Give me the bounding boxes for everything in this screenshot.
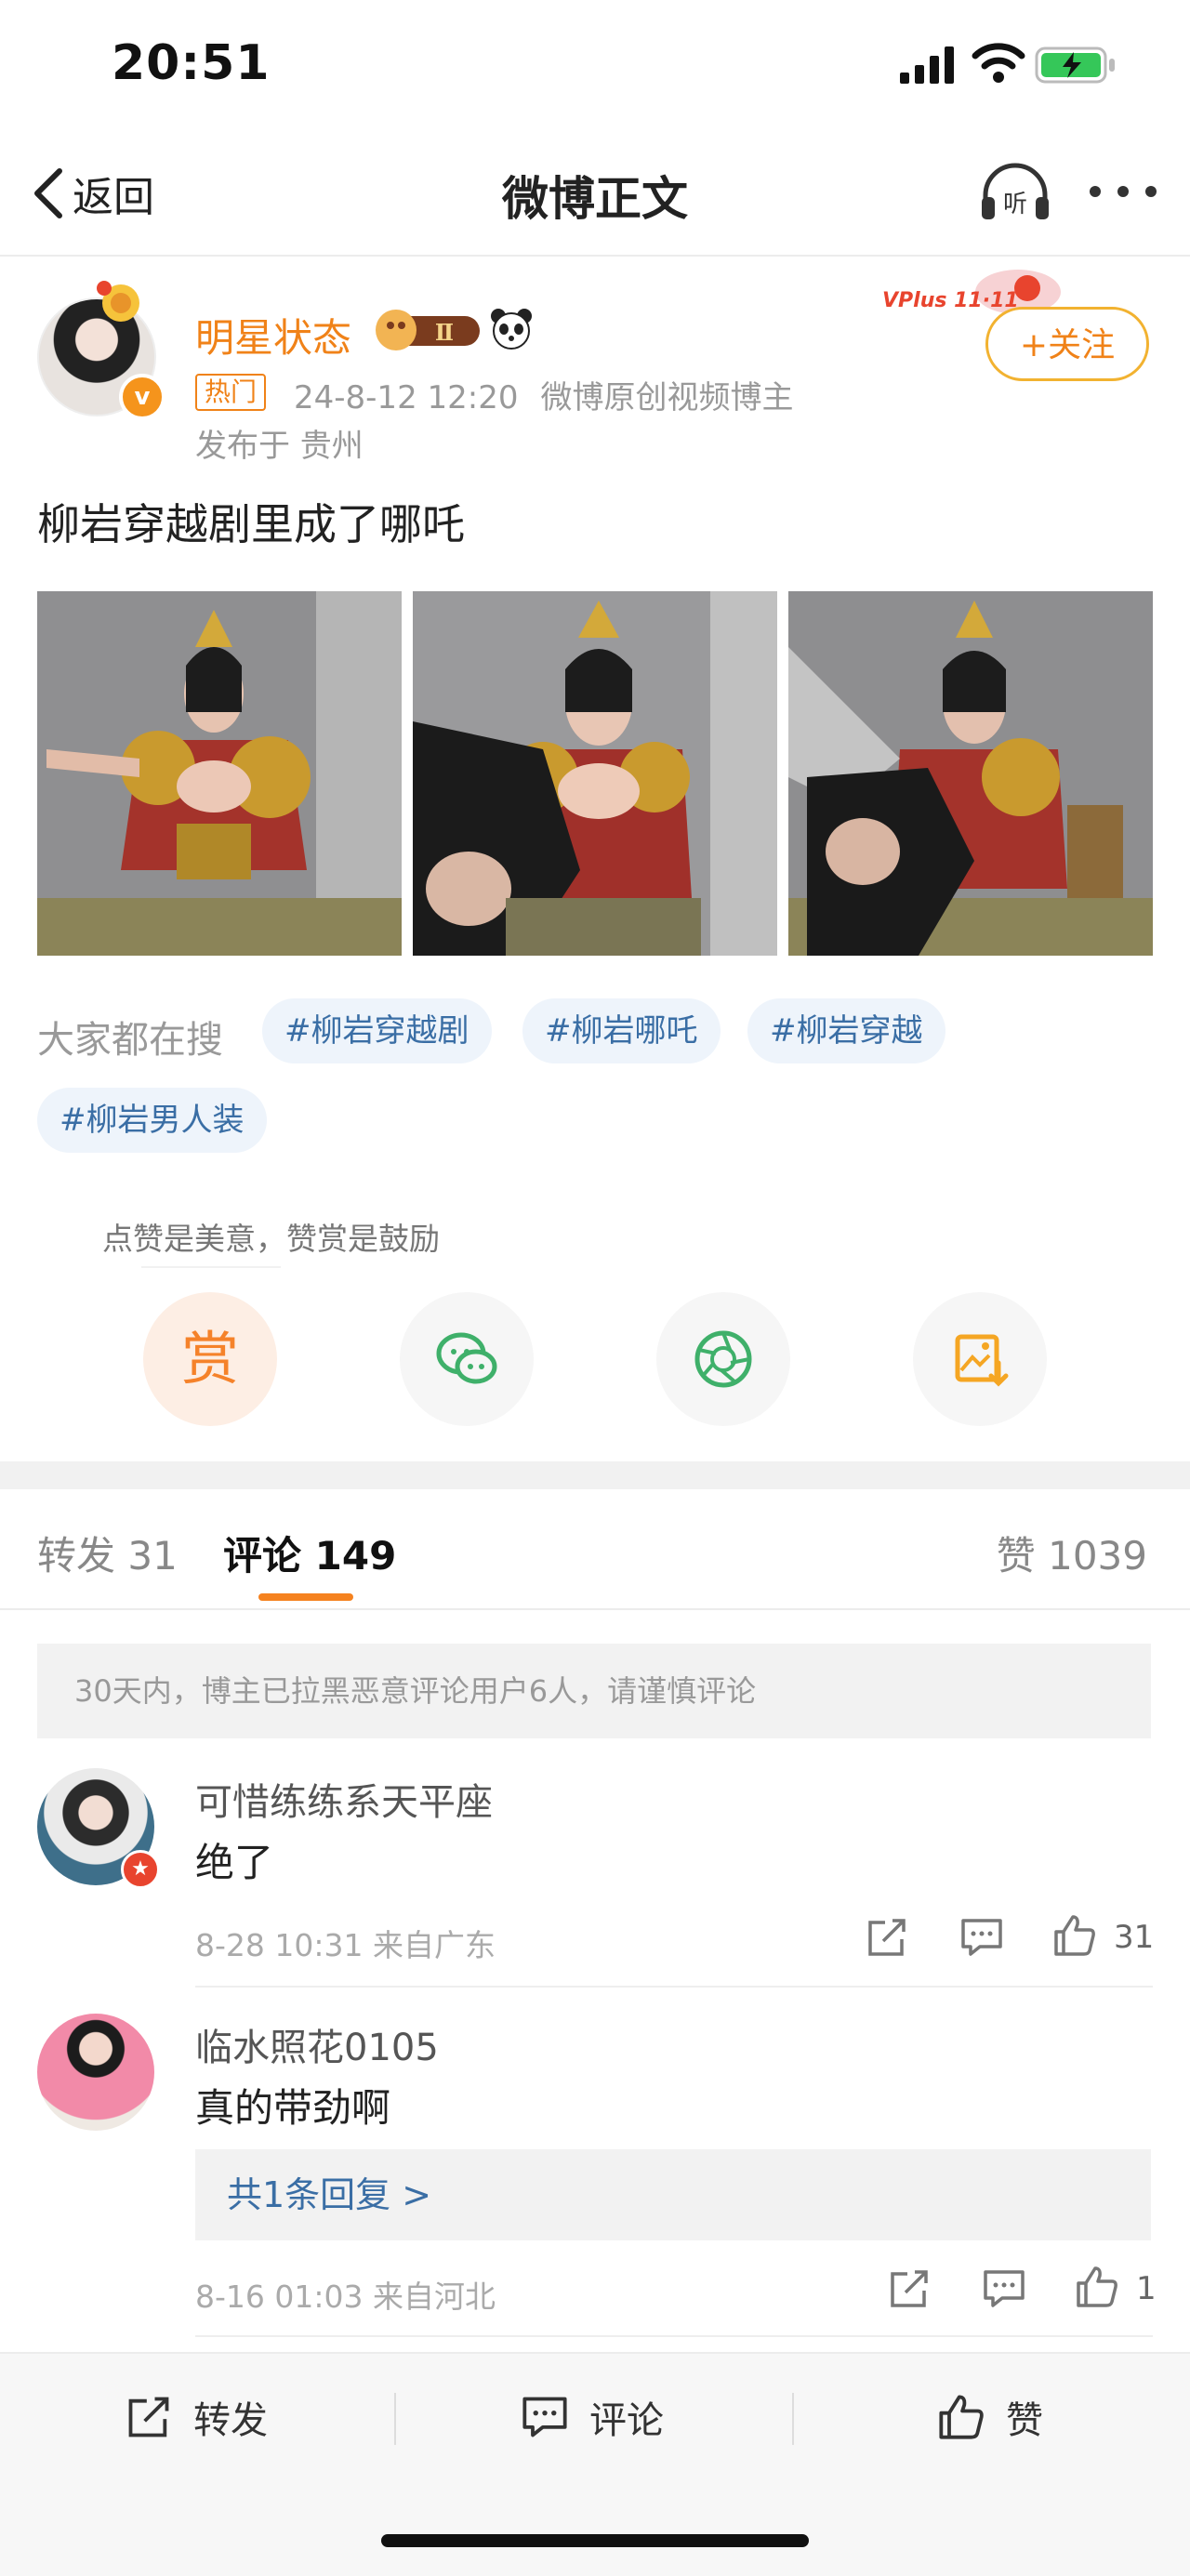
bottom-repost-label: 转发 bbox=[193, 2399, 268, 2442]
like-icon bbox=[939, 2395, 984, 2439]
post-image-1-art bbox=[37, 591, 402, 956]
like-count: 31 bbox=[1114, 1919, 1155, 1956]
comment-text: 绝了 bbox=[195, 1840, 274, 1885]
tab-comment[interactable]: 评论 149 bbox=[223, 1525, 396, 1581]
share-wechat-button[interactable] bbox=[400, 1292, 534, 1426]
wechat-icon bbox=[436, 1332, 497, 1384]
tip-divider bbox=[141, 1266, 281, 1268]
topic-chip[interactable]: #柳岩男人装 bbox=[37, 1088, 267, 1153]
tabs-divider bbox=[0, 1608, 1190, 1610]
save-image-icon bbox=[955, 1334, 1009, 1387]
battery-charging-icon bbox=[1035, 46, 1115, 84]
bottom-like-button[interactable]: 赞 bbox=[937, 2387, 1043, 2447]
reward-tip: 点赞是美意，赞赏是鼓励 bbox=[102, 1221, 440, 1257]
bottom-like-label: 赞 bbox=[1006, 2399, 1043, 2442]
verified-badge: v bbox=[119, 374, 165, 420]
commenter-name[interactable]: 可惜练练系天平座 bbox=[195, 1772, 493, 1826]
like-count: 1 bbox=[1136, 2270, 1157, 2307]
bar-divider bbox=[394, 2393, 396, 2445]
view-replies-link[interactable]: 共1条回复 > bbox=[195, 2149, 1151, 2240]
post-image-3[interactable] bbox=[788, 591, 1153, 956]
vplus-label: VPlus 11·11 bbox=[882, 289, 1019, 312]
follow-button[interactable]: +关注 bbox=[985, 307, 1149, 381]
comment-meta: 8-28 10:31 来自广东 bbox=[195, 1927, 496, 1963]
repost-icon[interactable] bbox=[887, 2266, 932, 2311]
commenter-avatar[interactable] bbox=[37, 2014, 154, 2131]
wifi-icon bbox=[972, 43, 1025, 83]
bottom-comment-button[interactable]: 评论 bbox=[521, 2387, 664, 2447]
comment-icon[interactable] bbox=[959, 1915, 1004, 1960]
post-time: 24-8-12 12:20 bbox=[294, 379, 519, 416]
headphones-listen-icon[interactable]: 听 bbox=[978, 160, 1052, 225]
section-divider bbox=[0, 1461, 1190, 1489]
like-icon[interactable] bbox=[1075, 2265, 1119, 2309]
comment-divider bbox=[195, 2335, 1153, 2337]
like-icon[interactable] bbox=[1052, 1913, 1097, 1958]
comment-divider bbox=[195, 1986, 1153, 1988]
post-image-3-art bbox=[788, 591, 1153, 956]
post-text: 柳岩穿越剧里成了哪吒 bbox=[37, 499, 465, 549]
bar-divider bbox=[792, 2393, 794, 2445]
share-moments-button[interactable] bbox=[656, 1292, 790, 1426]
signal-icon bbox=[900, 46, 954, 84]
bottom-repost-button[interactable]: 转发 bbox=[125, 2387, 268, 2447]
status-time: 20:51 bbox=[112, 35, 271, 91]
comment-notice: 30天内，博主已拉黑恶意评论用户6人，请谨慎评论 bbox=[37, 1644, 1151, 1738]
hot-tag: 热门 bbox=[195, 374, 267, 411]
commenter-name[interactable]: 临水照花0105 bbox=[195, 2017, 439, 2071]
topic-chip[interactable]: #柳岩穿越 bbox=[747, 998, 945, 1063]
panda-badge-icon bbox=[491, 309, 532, 350]
tab-active-indicator bbox=[258, 1593, 353, 1601]
avatar-pendant-icon bbox=[97, 281, 139, 322]
post-location: 发布于 贵州 bbox=[195, 428, 364, 465]
medal-level: Ⅱ bbox=[435, 319, 454, 346]
more-dots-icon[interactable] bbox=[1086, 182, 1160, 201]
save-image-button[interactable] bbox=[913, 1292, 1047, 1426]
tab-like[interactable]: 赞 1039 bbox=[997, 1525, 1147, 1581]
level-medal-icon: Ⅱ bbox=[376, 310, 480, 350]
comment-icon[interactable] bbox=[982, 2266, 1026, 2311]
post-source: 微博原创视频博主 bbox=[540, 379, 794, 416]
repost-icon bbox=[128, 2397, 169, 2437]
post-image-1[interactable] bbox=[37, 591, 402, 956]
tab-repost[interactable]: 转发 31 bbox=[37, 1525, 178, 1581]
listen-label: 听 bbox=[1003, 191, 1027, 218]
post-meta: 24-8-12 12:20 微博原创视频博主 bbox=[294, 372, 816, 417]
comment-icon bbox=[522, 2397, 567, 2437]
search-label: 大家都在搜 bbox=[37, 1019, 223, 1062]
topic-chip[interactable]: #柳岩穿越剧 bbox=[262, 998, 492, 1063]
reward-button[interactable]: 赏 bbox=[143, 1292, 277, 1426]
topic-chip[interactable]: #柳岩哪吒 bbox=[522, 998, 721, 1063]
moments-aperture-icon bbox=[694, 1330, 752, 1388]
post-image-2-art bbox=[413, 591, 777, 956]
member-star-icon: ★ bbox=[121, 1850, 160, 1889]
bottom-comment-label: 评论 bbox=[589, 2399, 664, 2442]
author-name[interactable]: 明星状态 bbox=[195, 307, 351, 363]
comment-text: 真的带劲啊 bbox=[195, 2085, 391, 2131]
post-image-2[interactable] bbox=[413, 591, 777, 956]
comment-meta: 8-16 01:03 来自河北 bbox=[195, 2279, 496, 2315]
repost-icon[interactable] bbox=[865, 1915, 909, 1960]
home-indicator bbox=[381, 2534, 809, 2547]
